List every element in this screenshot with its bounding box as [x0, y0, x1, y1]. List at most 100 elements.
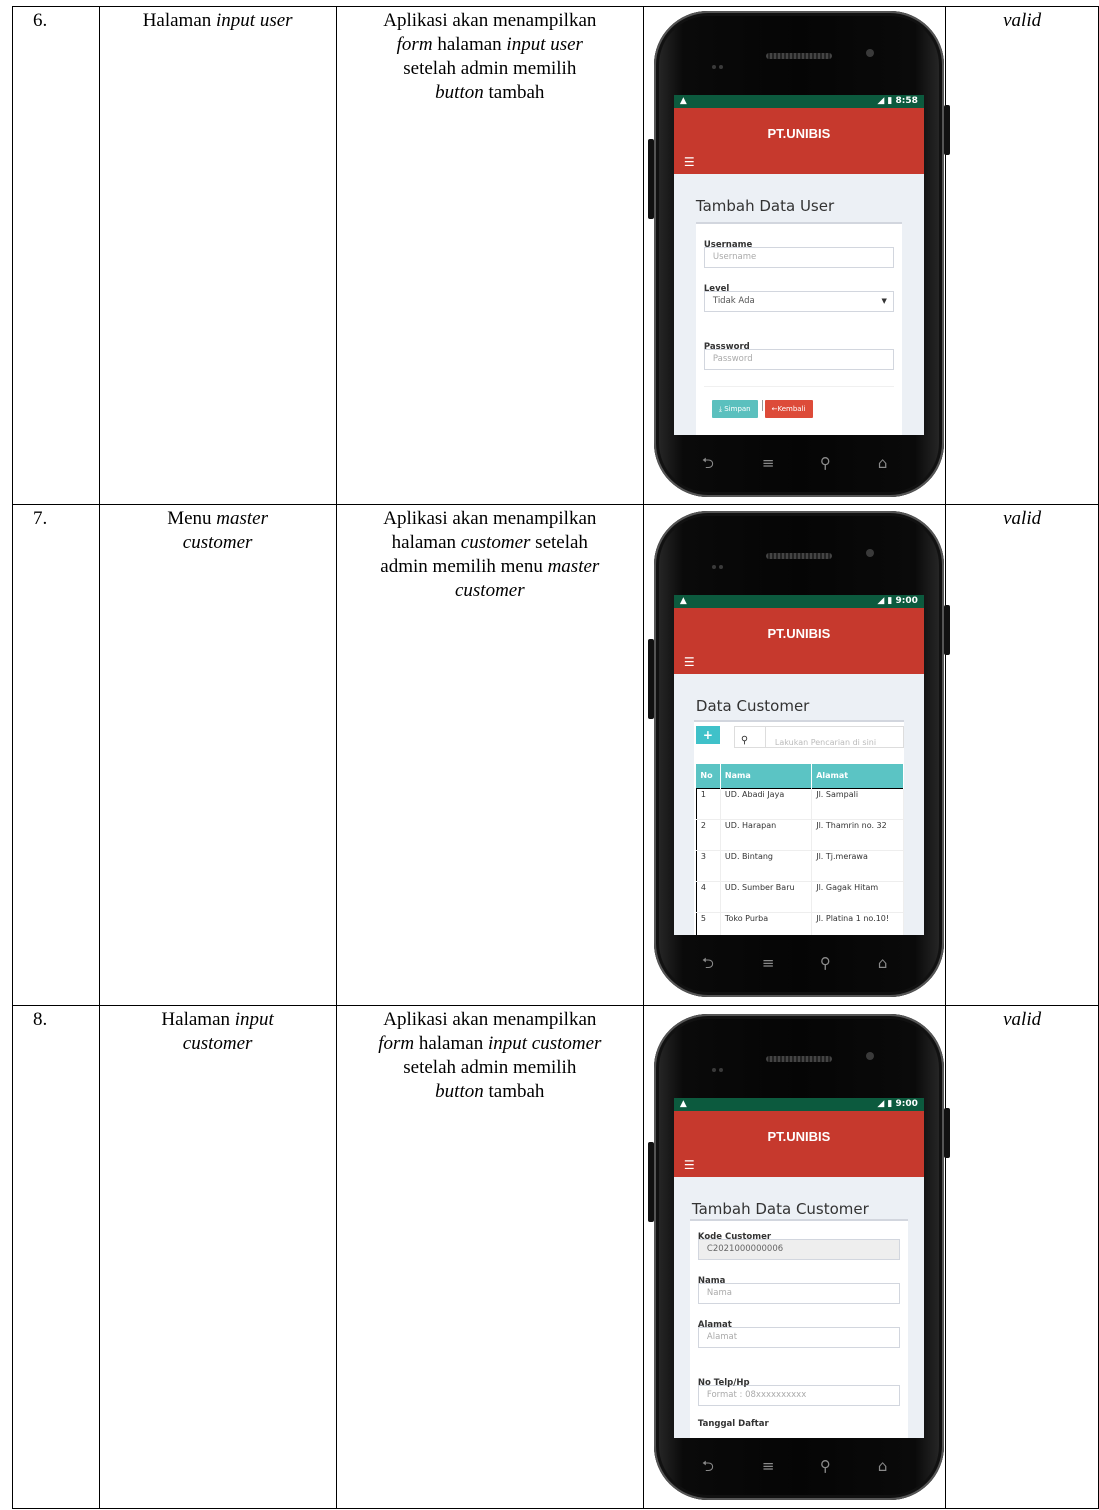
- app-brand: PT.UNIBIS: [767, 626, 831, 641]
- screenshot-cell: ▲ ◢ ▮ 9:00 PT.UNIBIS ☰ Data Customer + ⚲…: [642, 504, 950, 1006]
- signal-icon: ◢ ▮: [877, 596, 893, 606]
- download-icon: ⤓: [718, 405, 722, 413]
- table-row[interactable]: 3 UD. Bintang Jl. Tj.merawa: [695, 850, 904, 882]
- hamburger-menu-icon[interactable]: ☰: [684, 650, 695, 674]
- row-number: 7.: [12, 504, 100, 1006]
- table-row: 7. Menu master customer Aplikasi akan me…: [12, 504, 1099, 1006]
- password-label: Password: [703, 342, 750, 352]
- search-icon: ⚲: [740, 735, 749, 746]
- phone-screen: ▲ ◢ ▮ 9:00 PT.UNIBIS ☰ Tambah Data Custo…: [673, 1098, 924, 1438]
- phone-mockup: ▲ ◢ ▮ 8:58 PT.UNIBIS ☰ Tambah Data User …: [646, 11, 952, 499]
- scenario-cell: Halaman input customer: [98, 1005, 337, 1509]
- soft-keys: ⮌ ≡ ⚲ ⌂: [674, 947, 924, 977]
- expected-cell: Aplikasi akan menampilkan form halaman i…: [335, 1005, 644, 1509]
- page-title: Tambah Data User: [695, 197, 835, 215]
- speaker-grille: [765, 1056, 832, 1062]
- add-customer-button[interactable]: +: [695, 726, 720, 744]
- app-bar: PT.UNIBIS ☰: [673, 608, 924, 674]
- alamat-label: Alamat: [697, 1320, 732, 1330]
- home-key-icon[interactable]: ⌂: [878, 951, 888, 975]
- caret-down-icon: ▼: [881, 297, 887, 305]
- menu-key-icon[interactable]: ≡: [762, 1454, 775, 1478]
- back-button[interactable]: ←Kembali: [764, 400, 813, 418]
- telp-label: No Telp/Hp: [697, 1378, 750, 1388]
- camera-icon: [865, 49, 874, 57]
- app-bar: PT.UNIBIS ☰: [673, 1111, 924, 1177]
- search-key-icon[interactable]: ⚲: [820, 1454, 831, 1478]
- table-row: 6. Halaman input user Aplikasi akan mena…: [12, 6, 1099, 505]
- speaker-grille: [765, 53, 832, 59]
- app-brand: PT.UNIBIS: [767, 126, 831, 141]
- back-key-icon[interactable]: ⮌: [702, 1454, 714, 1478]
- expected-cell: Aplikasi akan menampilkan form halaman i…: [335, 6, 644, 505]
- save-button[interactable]: ⤓ Simpan: [711, 400, 758, 418]
- phone-screen: ▲ ◢ ▮ 9:00 PT.UNIBIS ☰ Data Customer + ⚲…: [673, 595, 924, 935]
- warning-icon: ▲: [679, 1099, 687, 1109]
- signal-icon: ◢ ▮: [877, 1099, 893, 1109]
- hamburger-menu-icon[interactable]: ☰: [684, 150, 695, 174]
- customer-table: No Nama Alamat 1 UD. Abadi Jaya Jl. Sampal…: [695, 764, 904, 935]
- warning-icon: ▲: [679, 596, 687, 606]
- search-key-icon[interactable]: ⚲: [820, 951, 831, 975]
- table-row[interactable]: 4 UD. Sumber Baru Jl. Gagak Hitam: [695, 881, 904, 913]
- result-cell: valid: [945, 1005, 1099, 1509]
- password-input[interactable]: Password: [703, 349, 894, 370]
- customer-list-box: + ⚲ Lakukan Pencarian di sini No Nama Al…: [693, 720, 904, 935]
- row-number: 8.: [12, 1005, 100, 1509]
- column-header: Alamat: [811, 764, 904, 789]
- column-header: Nama: [720, 764, 813, 789]
- table-row[interactable]: 5 Toko Purba Jl. Platina 1 no.10!: [695, 912, 904, 935]
- search-input[interactable]: ⚲ Lakukan Pencarian di sini: [733, 726, 904, 748]
- menu-key-icon[interactable]: ≡: [762, 451, 775, 475]
- username-input[interactable]: Username: [703, 247, 894, 268]
- table-row[interactable]: 1 UD. Abadi Jaya Jl. Sampali: [695, 788, 904, 820]
- alamat-input[interactable]: Alamat: [697, 1327, 900, 1348]
- screenshot-cell: ▲ ◢ ▮ 8:58 PT.UNIBIS ☰ Tambah Data User …: [642, 6, 950, 505]
- app-bar: PT.UNIBIS ☰: [673, 108, 924, 174]
- camera-icon: [865, 549, 874, 557]
- result-cell: valid: [945, 6, 1099, 505]
- telp-input[interactable]: Format : 08xxxxxxxxxx: [697, 1385, 900, 1406]
- level-select[interactable]: Tidak Ada ▼: [703, 291, 894, 312]
- tanggal-daftar-label: Tanggal Daftar: [697, 1419, 769, 1429]
- scenario-cell: Halaman input user: [98, 6, 337, 505]
- search-key-icon[interactable]: ⚲: [820, 451, 831, 475]
- hamburger-menu-icon[interactable]: ☰: [684, 1153, 695, 1177]
- table-row[interactable]: 2 UD. Harapan Jl. Thamrin no. 32: [695, 819, 904, 851]
- home-key-icon[interactable]: ⌂: [878, 1454, 888, 1478]
- home-key-icon[interactable]: ⌂: [878, 451, 888, 475]
- scenario-cell: Menu master customer: [98, 504, 337, 1006]
- status-bar: ▲ ◢ ▮ 9:00: [673, 1098, 924, 1111]
- kode-customer-label: Kode Customer: [697, 1232, 772, 1242]
- form-box: Username Username Level Tidak Ada ▼ Passw…: [695, 222, 902, 435]
- column-header: No: [696, 764, 721, 789]
- table-row: 8. Halaman input customer Aplikasi akan …: [12, 1005, 1099, 1509]
- signal-icon: ◢ ▮: [877, 96, 893, 106]
- nama-label: Nama: [697, 1276, 726, 1286]
- status-bar: ▲ ◢ ▮ 8:58: [673, 95, 924, 108]
- result-cell: valid: [945, 504, 1099, 1006]
- back-key-icon[interactable]: ⮌: [702, 951, 714, 975]
- speaker-grille: [765, 553, 832, 559]
- soft-keys: ⮌ ≡ ⚲ ⌂: [674, 447, 924, 477]
- level-label: Level: [703, 284, 730, 294]
- phone-mockup: ▲ ◢ ▮ 9:00 PT.UNIBIS ☰ Data Customer + ⚲…: [646, 511, 952, 999]
- row-number: 6.: [12, 6, 100, 505]
- page-title: Tambah Data Customer: [691, 1200, 869, 1218]
- app-brand: PT.UNIBIS: [767, 1129, 831, 1144]
- warning-icon: ▲: [679, 96, 687, 106]
- expected-cell: Aplikasi akan menampilkan halaman custom…: [335, 504, 644, 1006]
- kode-customer-input[interactable]: C2021000000006: [697, 1239, 900, 1260]
- status-bar: ▲ ◢ ▮ 9:00: [673, 595, 924, 608]
- phone-screen: ▲ ◢ ▮ 8:58 PT.UNIBIS ☰ Tambah Data User …: [673, 95, 924, 435]
- camera-icon: [865, 1052, 874, 1060]
- menu-key-icon[interactable]: ≡: [762, 951, 775, 975]
- nama-input[interactable]: Nama: [697, 1283, 900, 1304]
- back-key-icon[interactable]: ⮌: [702, 451, 714, 475]
- soft-keys: ⮌ ≡ ⚲ ⌂: [674, 1450, 924, 1480]
- form-box: Kode Customer C2021000000006 Nama Nama A…: [689, 1219, 908, 1438]
- username-label: Username: [703, 240, 753, 250]
- test-table: 6. Halaman input user Aplikasi akan mena…: [12, 6, 1099, 1509]
- screenshot-cell: ▲ ◢ ▮ 9:00 PT.UNIBIS ☰ Tambah Data Custo…: [642, 1005, 950, 1509]
- phone-mockup: ▲ ◢ ▮ 9:00 PT.UNIBIS ☰ Tambah Data Custo…: [646, 1014, 952, 1502]
